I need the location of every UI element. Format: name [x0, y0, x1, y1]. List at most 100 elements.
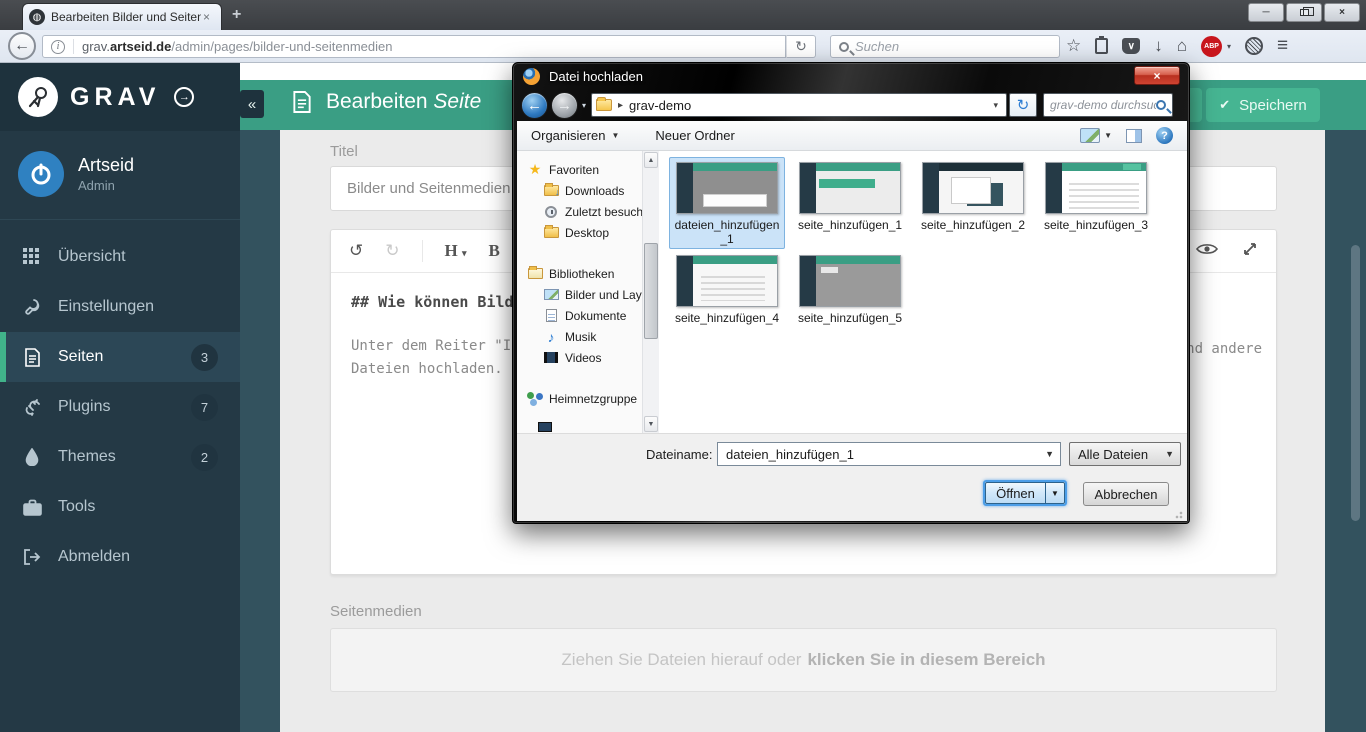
tree-item-desktop[interactable]: Desktop — [517, 222, 659, 243]
tree-item-dokumente[interactable]: Dokumente — [517, 305, 659, 326]
adblock-caret-icon[interactable]: ▾ — [1227, 42, 1231, 51]
file-tile[interactable]: seite_hinzufügen_2 — [915, 157, 1031, 235]
tree-scrollbar-thumb[interactable] — [644, 243, 658, 339]
sidebar-item-uebersicht[interactable]: Übersicht — [0, 232, 240, 282]
undo-icon[interactable]: ↺ — [349, 241, 363, 261]
open-dropdown-icon[interactable]: ▼ — [1045, 482, 1065, 504]
user-name: Artseid — [78, 155, 134, 176]
sidebar-collapse-button[interactable]: « — [240, 90, 264, 118]
page-scroll-area — [1325, 130, 1366, 732]
restore-icon — [1300, 9, 1309, 16]
hamburger-menu-icon[interactable]: ≡ — [1277, 35, 1288, 57]
resize-grip[interactable] — [1175, 509, 1185, 519]
chevron-down-icon: ▾ — [462, 248, 467, 258]
tree-item-musik[interactable]: ♪Musik — [517, 326, 659, 347]
tree-item-zuletzt-besucht[interactable]: Zuletzt besucht — [517, 201, 659, 222]
file-tile[interactable]: seite_hinzufügen_3 — [1038, 157, 1154, 235]
url-bar[interactable]: i grav.artseid.de/admin/pages/bilder-und… — [42, 35, 786, 58]
file-thumbnail — [676, 162, 778, 214]
browser-search-field[interactable]: Suchen — [830, 35, 1060, 58]
bookmark-star-icon[interactable]: ☆ — [1066, 36, 1081, 56]
tree-item-videos[interactable]: Videos — [517, 347, 659, 368]
grav-favicon-icon: ◍ — [29, 9, 45, 25]
file-thumbnail — [799, 162, 901, 214]
user-area[interactable]: Artseid Admin — [0, 131, 240, 220]
chevron-down-icon: ▼ — [1104, 131, 1112, 140]
page-scrollbar-thumb[interactable] — [1351, 245, 1360, 521]
views-button[interactable]: ▼ — [1080, 128, 1112, 143]
preview-pane-icon[interactable] — [1126, 129, 1142, 143]
window-restore-button[interactable] — [1286, 3, 1322, 22]
file-tile[interactable]: seite_hinzufügen_1 — [792, 157, 908, 235]
help-icon[interactable]: ? — [1156, 127, 1173, 144]
sidebar-item-tools[interactable]: Tools — [0, 482, 240, 532]
tree-item-bilder[interactable]: Bilder und Layou — [517, 284, 659, 305]
preview-eye-icon[interactable] — [1196, 241, 1218, 261]
file-thumbnail — [922, 162, 1024, 214]
tree-item-bibliotheken[interactable]: Bibliotheken — [517, 263, 659, 284]
fullscreen-icon[interactable] — [1242, 241, 1258, 262]
new-folder-button[interactable]: Neuer Ordner — [655, 128, 734, 143]
tree-item-computer-partial[interactable] — [527, 416, 559, 433]
breadcrumb-location[interactable]: grav-demo — [629, 98, 691, 113]
sidebar-item-einstellungen[interactable]: Einstellungen — [0, 282, 240, 332]
dialog-search-field[interactable]: grav-demo durchsuchen — [1043, 93, 1173, 117]
bold-icon[interactable]: B — [489, 241, 500, 261]
downloads-icon[interactable]: ↓ — [1154, 36, 1163, 56]
tree-item-favoriten[interactable]: ★Favoriten — [517, 159, 659, 180]
title-field-label: Titel — [330, 143, 358, 160]
downloads-folder-icon: ↓ — [544, 185, 559, 196]
adblock-plus-icon[interactable]: ABP — [1201, 36, 1222, 57]
chevron-down-icon[interactable]: ▼ — [1041, 449, 1058, 459]
sidebar-item-themes[interactable]: Themes 2 — [0, 432, 240, 482]
libraries-icon — [528, 268, 543, 279]
site-info-icon[interactable]: i — [51, 40, 65, 54]
sidebar-item-plugins[interactable]: Plugins 7 — [0, 382, 240, 432]
dashboard-grid-icon — [22, 247, 42, 267]
scroll-up-icon[interactable]: ▲ — [644, 152, 658, 168]
file-tile[interactable]: dateien_hinzufügen_1 — [669, 157, 785, 249]
file-tile[interactable]: seite_hinzufügen_4 — [669, 250, 785, 328]
home-icon[interactable]: ⌂ — [1177, 36, 1187, 56]
file-name: dateien_hinzufügen_1 — [672, 218, 782, 246]
scroll-down-icon[interactable]: ▼ — [644, 416, 658, 432]
clipboard-icon[interactable] — [1095, 38, 1108, 54]
dialog-forward-button[interactable]: → — [551, 92, 578, 119]
logo-arrow-icon[interactable]: → — [174, 87, 194, 107]
heading-dropdown[interactable]: H ▾ — [445, 241, 467, 261]
new-tab-button[interactable]: + — [232, 6, 241, 24]
window-minimize-button[interactable]: ─ — [1248, 3, 1284, 22]
save-button[interactable]: ✔ Speichern — [1206, 88, 1320, 122]
reload-button[interactable]: ↻ — [786, 35, 816, 58]
cancel-button[interactable]: Abbrechen — [1083, 482, 1169, 506]
window-close-button[interactable]: × — [1324, 3, 1360, 22]
tree-scrollbar[interactable]: ▲ ▼ — [642, 151, 659, 433]
breadcrumb[interactable]: ▸ grav-demo ▾ — [591, 93, 1007, 117]
dialog-close-button[interactable]: × — [1134, 66, 1180, 85]
back-button[interactable]: ← — [8, 32, 36, 60]
folder-tree: ★Favoriten ↓Downloads Zuletzt besucht De… — [517, 151, 659, 433]
tree-item-downloads[interactable]: ↓Downloads — [517, 180, 659, 201]
plugins-count-badge: 7 — [191, 394, 218, 421]
media-dropzone[interactable]: Ziehen Sie Dateien hierauf oder klicken … — [330, 628, 1277, 692]
organize-menu[interactable]: Organisieren▼ — [531, 128, 619, 143]
open-split-button[interactable]: Öffnen ▼ — [983, 480, 1067, 506]
history-caret-icon[interactable]: ▾ — [582, 101, 586, 110]
dialog-titlebar[interactable]: Datei hochladen × — [513, 63, 1189, 89]
tree-item-heimnetzgruppe[interactable]: Heimnetzgruppe — [517, 388, 659, 409]
fingerprint-icon[interactable] — [1245, 37, 1263, 55]
breadcrumb-dropdown-icon[interactable]: ▾ — [989, 100, 1002, 111]
sidebar-item-seiten[interactable]: Seiten 3 — [0, 332, 240, 382]
redo-icon[interactable]: ↻ — [385, 241, 399, 261]
open-button[interactable]: Öffnen — [985, 482, 1045, 504]
refresh-button[interactable]: ↻ — [1009, 93, 1037, 117]
file-tile[interactable]: seite_hinzufügen_5 — [792, 250, 908, 328]
browser-tab[interactable]: ◍ Bearbeiten Bilder und Seitenm × — [22, 3, 222, 30]
filetype-dropdown[interactable]: Alle Dateien ▼ — [1069, 442, 1181, 466]
chevron-down-icon[interactable]: ▼ — [1161, 449, 1178, 459]
dialog-back-button[interactable]: ← — [521, 92, 548, 119]
filename-combobox[interactable]: dateien_hinzufügen_1 ▼ — [717, 442, 1061, 466]
tab-close-icon[interactable]: × — [203, 10, 210, 24]
pocket-icon[interactable]: ∨ — [1122, 38, 1140, 54]
sidebar-item-abmelden[interactable]: Abmelden — [0, 532, 240, 582]
